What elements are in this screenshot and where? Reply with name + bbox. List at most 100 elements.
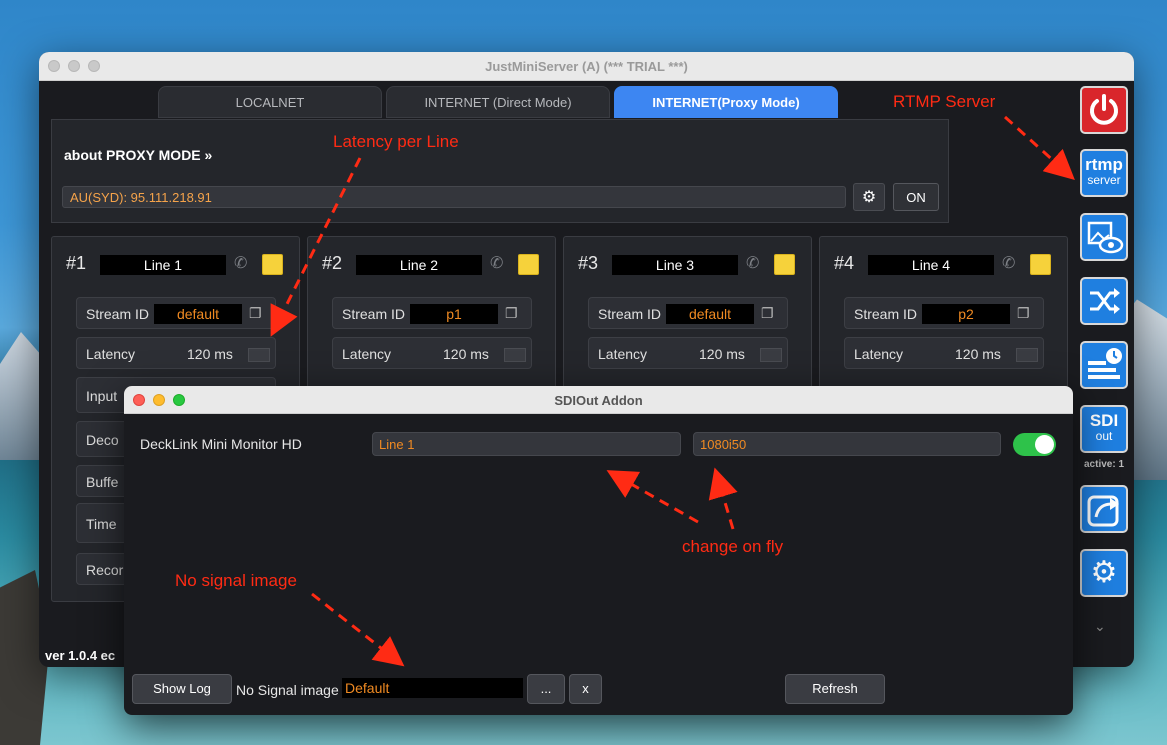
latency-label: Latency xyxy=(86,346,136,362)
gear-icon: ⚙ xyxy=(1090,556,1118,589)
line-name-field[interactable]: Line 2 xyxy=(356,255,482,275)
line-name-field[interactable]: Line 3 xyxy=(612,255,738,275)
line-number: #1 xyxy=(66,253,87,273)
active-count: active: 1 xyxy=(1083,459,1125,470)
line-number: #4 xyxy=(834,253,855,273)
show-log-button[interactable]: Show Log xyxy=(132,674,232,704)
line-name-field[interactable]: Line 1 xyxy=(100,255,226,275)
settings-button[interactable]: ⚙ xyxy=(1080,549,1128,597)
proxy-address-field[interactable]: AU(SYD): 95.111.218.91 xyxy=(62,186,846,208)
latency-value[interactable]: 120 ms xyxy=(699,346,745,362)
stream-id-field[interactable]: p2 xyxy=(922,304,1010,324)
no-signal-field[interactable]: Default xyxy=(342,678,523,698)
image-preview-button[interactable] xyxy=(1080,213,1128,261)
stream-id-field[interactable]: default xyxy=(666,304,754,324)
copy-icon[interactable]: ❐ xyxy=(1017,305,1030,322)
latency-row: Latency 120 ms xyxy=(332,337,532,369)
dialog-titlebar: SDIOut Addon xyxy=(124,386,1073,414)
status-indicator[interactable] xyxy=(518,254,539,275)
sdi-out-button[interactable]: SDI out xyxy=(1080,405,1128,453)
latency-stepper[interactable] xyxy=(1016,348,1038,362)
latency-row: Latency 120 ms xyxy=(76,337,276,369)
proxy-settings-button[interactable]: ⚙ xyxy=(853,183,885,211)
chevron-down-icon[interactable]: ⌄ xyxy=(1094,618,1106,635)
stream-id-label: Stream ID xyxy=(86,306,150,322)
schedule-icon xyxy=(1088,348,1122,379)
latency-value[interactable]: 120 ms xyxy=(187,346,233,362)
stream-id-row: Stream ID default ❐ xyxy=(588,297,788,329)
format-select[interactable]: 1080i50 xyxy=(693,432,1001,456)
latency-stepper[interactable] xyxy=(760,348,782,362)
rtmp-server-label: server xyxy=(1087,173,1121,187)
tab-localnet[interactable]: LOCALNET xyxy=(158,86,382,118)
status-indicator[interactable] xyxy=(1030,254,1051,275)
timeout-label: Time xyxy=(86,516,117,532)
line-number: #3 xyxy=(578,253,599,273)
latency-value[interactable]: 120 ms xyxy=(443,346,489,362)
stream-id-field[interactable]: p1 xyxy=(410,304,498,324)
latency-row: Latency 120 ms xyxy=(588,337,788,369)
input-label: Input xyxy=(86,388,118,404)
annotation-rtmp: RTMP Server xyxy=(893,92,996,111)
phone-icon[interactable]: ✆ xyxy=(234,253,247,273)
share-button[interactable] xyxy=(1080,485,1128,533)
latency-value[interactable]: 120 ms xyxy=(955,346,1001,362)
dialog-title: SDIOut Addon xyxy=(554,393,643,408)
line-number: #2 xyxy=(322,253,343,273)
proxy-panel: about PROXY MODE » AU(SYD): 95.111.218.9… xyxy=(51,119,949,223)
latency-row: Latency 120 ms xyxy=(844,337,1044,369)
stream-id-label: Stream ID xyxy=(854,306,918,322)
sdi-dialog: SDIOut Addon DeckLink Mini Monitor HD Li… xyxy=(124,386,1073,715)
browse-button[interactable]: ... xyxy=(527,674,565,704)
latency-label: Latency xyxy=(854,346,904,362)
phone-icon[interactable]: ✆ xyxy=(1002,253,1015,273)
buffer-label: Buffe xyxy=(86,474,119,490)
shuffle-icon xyxy=(1090,288,1120,314)
line-select[interactable]: Line 1 xyxy=(372,432,681,456)
stream-id-row: Stream ID p1 ❐ xyxy=(332,297,532,329)
stream-id-row: Stream ID default ❐ xyxy=(76,297,276,329)
stream-id-label: Stream ID xyxy=(342,306,406,322)
device-label: DeckLink Mini Monitor HD xyxy=(140,436,302,452)
decoder-label: Deco xyxy=(86,432,119,448)
annotation-latency: Latency per Line xyxy=(333,132,459,151)
stream-id-label: Stream ID xyxy=(598,306,662,322)
line-name-field[interactable]: Line 4 xyxy=(868,255,994,275)
copy-icon[interactable]: ❐ xyxy=(761,305,774,322)
status-indicator[interactable] xyxy=(262,254,283,275)
phone-icon[interactable]: ✆ xyxy=(746,253,759,273)
toggle-knob xyxy=(1035,435,1054,454)
rtmp-server-button[interactable]: rtmp server xyxy=(1080,149,1128,197)
tab-internet-direct[interactable]: INTERNET (Direct Mode) xyxy=(386,86,610,118)
proxy-on-button[interactable]: ON xyxy=(893,183,939,211)
latency-stepper[interactable] xyxy=(248,348,270,362)
gear-icon: ⚙ xyxy=(861,189,877,206)
stream-id-field[interactable]: default xyxy=(154,304,242,324)
proxy-header[interactable]: about PROXY MODE » xyxy=(64,147,212,163)
rtmp-label: rtmp xyxy=(1085,155,1123,174)
main-titlebar: JustMiniServer (A) (*** TRIAL ***) xyxy=(39,52,1134,81)
shuffle-button[interactable] xyxy=(1080,277,1128,325)
copy-icon[interactable]: ❐ xyxy=(505,305,518,322)
window-title: JustMiniServer (A) (*** TRIAL ***) xyxy=(485,59,688,74)
annotation-nosignal: No signal image xyxy=(175,571,297,590)
power-icon xyxy=(1090,94,1118,125)
annotation-change: change on fly xyxy=(682,537,784,556)
sdi-out-label: out xyxy=(1095,429,1113,443)
sdi-label: SDI xyxy=(1089,411,1119,430)
tab-internet-proxy[interactable]: INTERNET(Proxy Mode) xyxy=(614,86,838,118)
copy-icon[interactable]: ❐ xyxy=(249,305,262,322)
record-label: Recor xyxy=(86,562,124,578)
schedule-button[interactable] xyxy=(1080,341,1128,389)
latency-label: Latency xyxy=(598,346,648,362)
refresh-button[interactable]: Refresh xyxy=(785,674,885,704)
image-eye-icon xyxy=(1087,221,1124,254)
share-icon xyxy=(1087,495,1119,527)
output-toggle[interactable] xyxy=(1013,433,1056,456)
power-button[interactable] xyxy=(1080,86,1128,134)
clear-button[interactable]: x xyxy=(569,674,602,704)
phone-icon[interactable]: ✆ xyxy=(490,253,503,273)
latency-stepper[interactable] xyxy=(504,348,526,362)
status-indicator[interactable] xyxy=(774,254,795,275)
no-signal-label: No Signal image xyxy=(236,682,339,698)
